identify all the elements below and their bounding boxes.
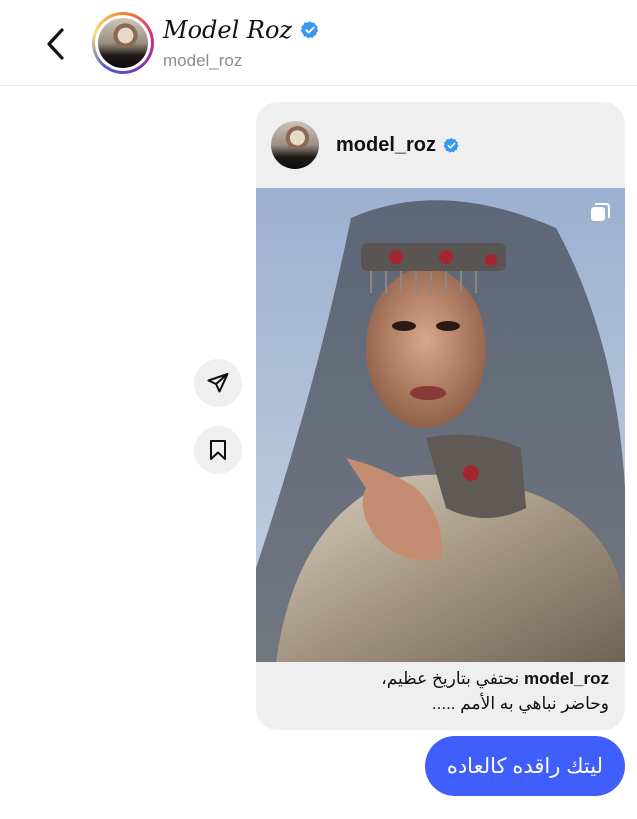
post-author-avatar[interactable] — [271, 121, 319, 169]
caption-line-2: وحاضر نباهي به الأمم ..... — [431, 694, 609, 713]
verified-badge-icon — [300, 21, 319, 39]
bookmark-icon — [210, 440, 226, 460]
shared-post-card[interactable]: model_roz model_roz نحتفي بتاريخ عظيم، و… — [256, 102, 625, 730]
caption-line-1: نحتفي بتاريخ عظيم، — [381, 669, 520, 688]
sent-message-text: ليتك راقده كالعاده — [446, 754, 603, 778]
profile-avatar[interactable] — [92, 12, 154, 74]
chevron-left-icon — [47, 28, 64, 60]
save-button[interactable] — [194, 426, 242, 474]
sent-message-bubble[interactable]: ليتك راقده كالعاده — [424, 736, 625, 796]
display-name-text: Model Roz — [163, 16, 293, 44]
chat-header: Model Roz model_roz — [0, 0, 637, 86]
display-name[interactable]: Model Roz — [163, 16, 320, 44]
caption-username: model_roz — [523, 669, 609, 688]
verified-badge-icon — [443, 138, 459, 153]
paper-plane-icon — [207, 373, 229, 393]
username-handle: model_roz — [163, 51, 243, 70]
share-button[interactable] — [194, 359, 242, 407]
post-header[interactable]: model_roz — [256, 102, 625, 188]
post-username: model_roz — [336, 134, 437, 156]
post-caption: model_roz نحتفي بتاريخ عظيم، وحاضر نباهي… — [256, 662, 625, 730]
carousel-icon — [591, 203, 610, 221]
back-button[interactable] — [36, 22, 76, 66]
post-author[interactable]: model_roz — [336, 134, 460, 157]
post-photo[interactable] — [256, 188, 625, 662]
